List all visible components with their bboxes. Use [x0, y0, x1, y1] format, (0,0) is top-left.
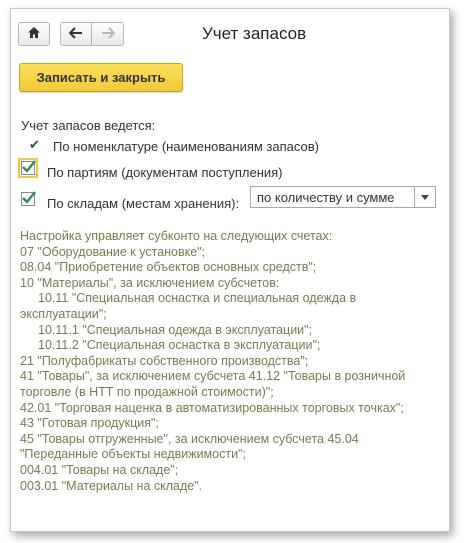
info-line: 42.01 "Торговая наценка в автоматизирова… — [20, 400, 404, 415]
info-line: 41 "Товары", за исключением субсчета 41.… — [20, 369, 406, 384]
info-line: 004.01 "Товары на складе"; — [20, 462, 179, 477]
info-line: Настройка управляет субконто на следующи… — [20, 229, 333, 243]
warehouse-mode-value: по количеству и сумме — [257, 190, 395, 205]
dropdown-button[interactable] — [414, 187, 435, 207]
accounts-info: Настройка управляет субконто на следующи… — [20, 229, 440, 494]
by-warehouses-label[interactable]: По складам (местам хранения): — [47, 196, 239, 211]
page-title: Учет запасов — [202, 24, 307, 43]
forward-button[interactable] — [92, 22, 124, 46]
inventory-heading: Учет запасов ведется: — [21, 118, 156, 133]
info-line: 21 "Полуфабрикаты собственного производс… — [20, 353, 309, 368]
back-button[interactable] — [60, 22, 92, 46]
chevron-down-icon — [421, 194, 429, 200]
info-line: 07 "Оборудование к установке"; — [20, 244, 206, 259]
info-line: 003.01 "Материалы на складе". — [20, 478, 203, 493]
info-line: торговле (в НТТ по продажной стоимости)"… — [20, 384, 274, 399]
checkmark-icon — [22, 160, 36, 173]
toolbar — [18, 22, 124, 46]
info-line: 45 "Товары отгруженные", за исключением … — [20, 431, 359, 446]
by-nomenclature-label: По номенклатуре (наименованиям запасов) — [53, 139, 319, 154]
info-line: 08.04 "Приобретение объектов основных ср… — [20, 260, 317, 275]
info-line: 10.11 "Специальная оснастка и специальна… — [38, 291, 357, 306]
checkmark-icon: ✔ — [29, 137, 40, 152]
by-warehouses-checkbox[interactable] — [21, 191, 36, 206]
by-batches-label[interactable]: По партиям (документам поступления) — [47, 165, 283, 180]
home-icon — [27, 26, 41, 42]
info-line: 10.11.2 "Специальная оснастка в эксплуат… — [38, 338, 321, 353]
info-line: эксплуатации"; — [20, 306, 107, 321]
info-line: 43 "Готовая продукция"; — [20, 416, 159, 431]
home-button[interactable] — [18, 22, 50, 46]
info-line: 10 "Материалы", за исключением субсчетов… — [20, 275, 280, 290]
info-line: "Переданные объекты недвижимости"; — [20, 447, 246, 462]
checkmark-icon — [22, 191, 36, 204]
info-line: 10.11.1 "Специальная одежда в эксплуатац… — [38, 322, 313, 337]
save-and-close-button[interactable]: Записать и закрыть — [19, 63, 183, 92]
by-batches-checkbox[interactable] — [21, 160, 36, 175]
navigation-buttons — [60, 22, 124, 46]
arrow-right-icon — [101, 26, 115, 42]
warehouse-mode-select[interactable]: по количеству и сумме — [250, 186, 436, 208]
arrow-left-icon — [68, 26, 83, 42]
